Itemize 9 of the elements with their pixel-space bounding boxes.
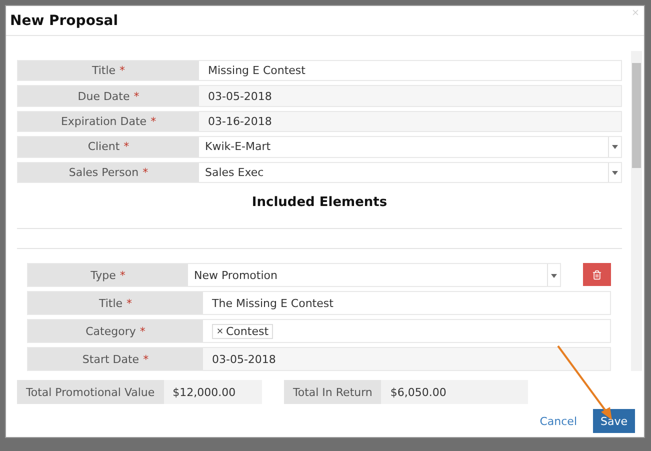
trash-icon [592, 270, 602, 280]
modal-title: New Proposal [10, 12, 118, 28]
total-field: Total Promotional Value $12,000.00 [17, 380, 262, 404]
delete-button[interactable] [583, 263, 611, 286]
cancel-link[interactable]: Cancel [540, 414, 577, 428]
save-button[interactable]: Save [593, 409, 635, 433]
section-heading: Included Elements [250, 195, 388, 210]
scrollbar[interactable] [631, 51, 642, 371]
total-field: Total In Return $6,050.00 [284, 380, 528, 404]
